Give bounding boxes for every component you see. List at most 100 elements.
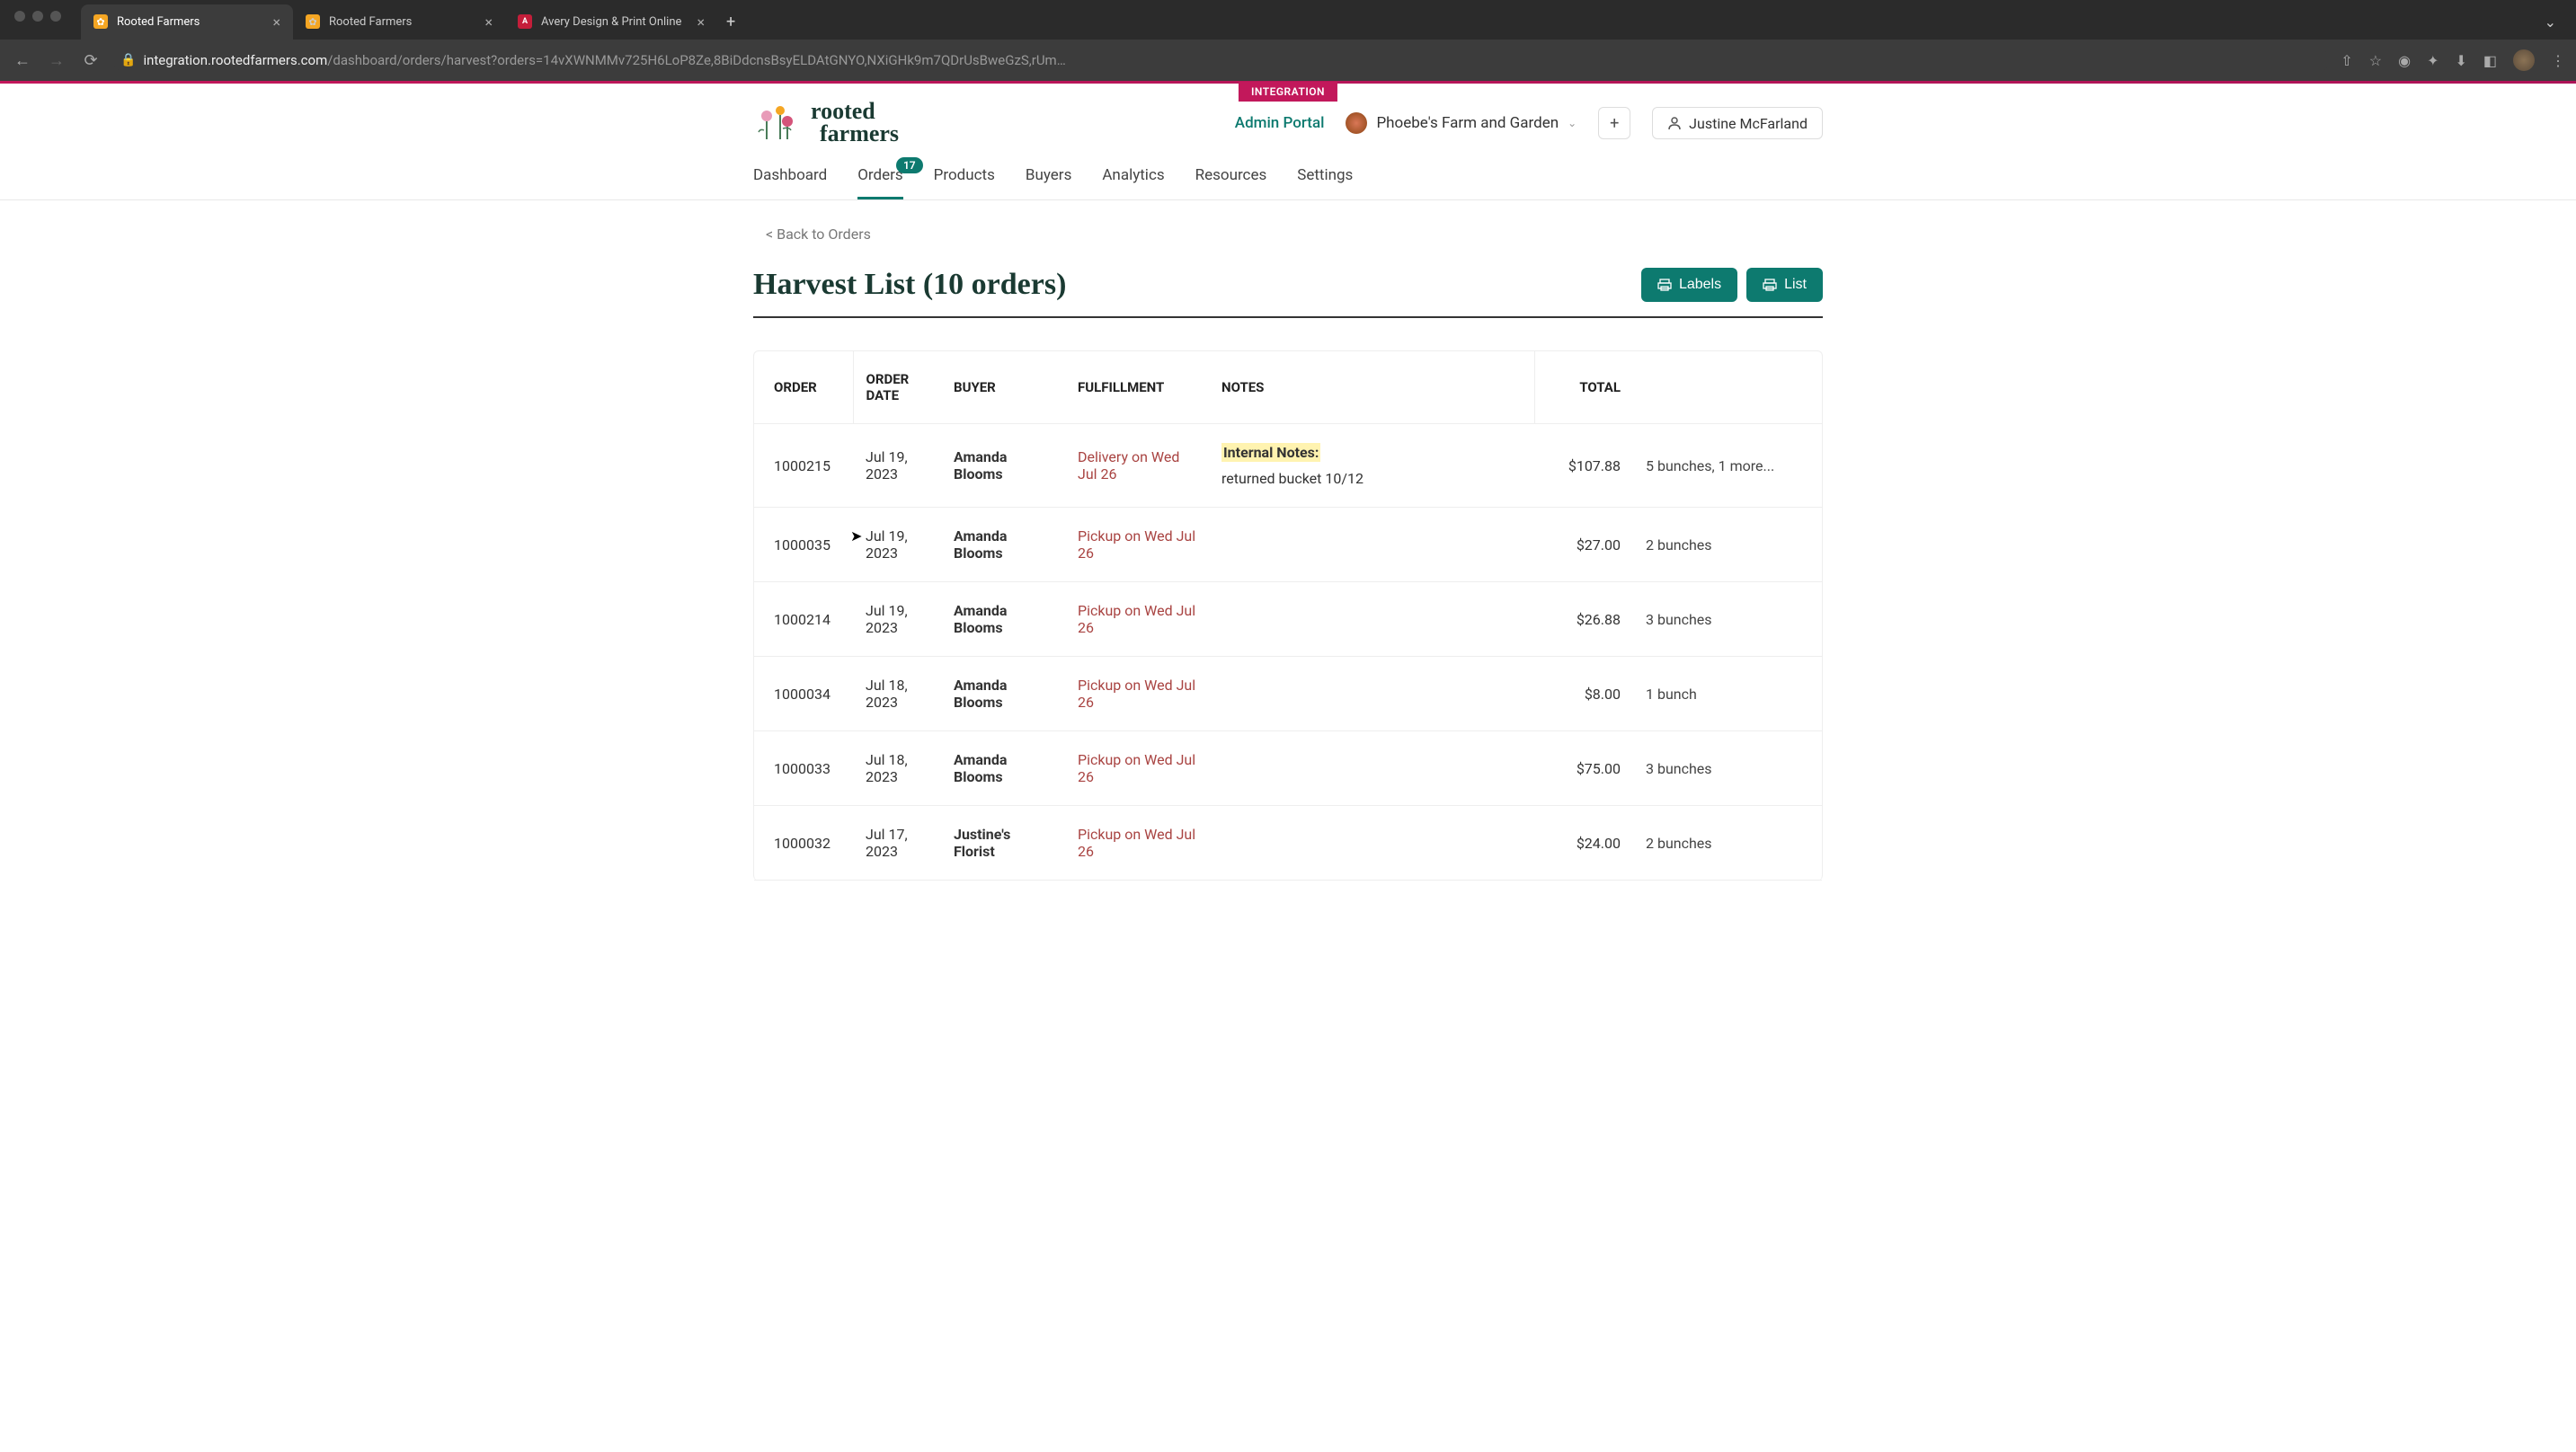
browser-chrome: ✿Rooted Farmers×✿Rooted Farmers×AAvery D… xyxy=(0,0,2576,81)
nav-item-dashboard[interactable]: Dashboard xyxy=(753,166,827,199)
user-menu-button[interactable]: Justine McFarland xyxy=(1652,107,1823,139)
logo[interactable]: rooted farmers xyxy=(753,100,899,146)
col-header-notes[interactable]: NOTES xyxy=(1209,351,1534,424)
logo-mark-icon xyxy=(753,100,800,146)
cell-total: $8.00 xyxy=(1534,657,1633,731)
cell-buyer: Amanda Blooms xyxy=(941,731,1065,806)
main-nav: Dashboard Orders17 Products Buyers Analytics… xyxy=(753,166,1823,200)
camera-icon[interactable]: ◉ xyxy=(2398,52,2411,69)
table-row[interactable]: 1000035Jul 19, 2023Amanda BloomsPickup o… xyxy=(754,508,1822,582)
back-button[interactable]: ← xyxy=(11,51,34,70)
nav-item-buyers[interactable]: Buyers xyxy=(1026,166,1071,199)
labels-button[interactable]: Labels xyxy=(1641,268,1737,302)
col-header-total[interactable]: TOTAL xyxy=(1534,351,1633,424)
close-window-button[interactable] xyxy=(14,11,25,22)
cell-fulfillment: Pickup on Wed Jul 26 xyxy=(1065,731,1209,806)
list-button[interactable]: List xyxy=(1746,268,1823,302)
tab-close-button[interactable]: × xyxy=(697,13,705,31)
downloads-icon[interactable]: ⬇ xyxy=(2455,52,2466,69)
col-header-buyer[interactable]: BUYER xyxy=(941,351,1065,424)
extensions-icon[interactable]: ✦ xyxy=(2427,52,2438,69)
nav-item-products[interactable]: Products xyxy=(934,166,995,199)
cell-summary: 5 bunches, 1 more... xyxy=(1633,424,1822,508)
back-to-orders-link[interactable]: < Back to Orders xyxy=(766,226,871,243)
cell-date: Jul 18, 2023 xyxy=(853,657,941,731)
address-bar[interactable]: 🔒 integration.rootedfarmers.com/dashboar… xyxy=(113,49,2330,72)
cell-order: 1000033 xyxy=(754,731,853,806)
maximize-window-button[interactable] xyxy=(50,11,61,22)
table-row[interactable]: 1000033Jul 18, 2023Amanda BloomsPickup o… xyxy=(754,731,1822,806)
profile-avatar-icon[interactable] xyxy=(2513,49,2535,71)
integration-badge: INTEGRATION xyxy=(1239,82,1337,102)
col-header-fulfillment[interactable]: FULFILLMENT xyxy=(1065,351,1209,424)
tab-favicon-icon: ✿ xyxy=(93,14,108,29)
tab-title: Avery Design & Print Online xyxy=(541,15,688,29)
farm-selector[interactable]: Phoebe's Farm and Garden ⌄ xyxy=(1346,112,1577,134)
nav-badge: 17 xyxy=(896,157,923,173)
tab-strip: ✿Rooted Farmers×✿Rooted Farmers×AAvery D… xyxy=(0,0,2576,40)
table-row[interactable]: 1000215Jul 19, 2023Amanda BloomsDelivery… xyxy=(754,424,1822,508)
cell-date: Jul 17, 2023 xyxy=(853,806,941,881)
cell-summary: 1 bunch xyxy=(1633,657,1822,731)
cell-fulfillment: Pickup on Wed Jul 26 xyxy=(1065,657,1209,731)
page-header: Harvest List (10 orders) Labels List xyxy=(753,268,1823,318)
page-content: INTEGRATION rooted farmers Admin Portal xyxy=(0,81,2576,906)
tabs-dropdown-button[interactable]: ⌄ xyxy=(2532,6,2569,38)
admin-portal-link[interactable]: Admin Portal xyxy=(1235,114,1325,132)
bookmark-icon[interactable]: ☆ xyxy=(2369,52,2382,69)
cell-notes: Internal Notes: returned bucket 10/12 xyxy=(1209,424,1534,508)
cell-notes xyxy=(1209,806,1534,881)
cell-buyer: Amanda Blooms xyxy=(941,657,1065,731)
minimize-window-button[interactable] xyxy=(32,11,43,22)
notes-text: returned bucket 10/12 xyxy=(1221,470,1522,487)
tab-favicon-icon: A xyxy=(518,14,532,29)
new-tab-button[interactable]: + xyxy=(717,7,744,37)
nav-item-resources[interactable]: Resources xyxy=(1195,166,1267,199)
share-icon[interactable]: ⇧ xyxy=(2341,52,2352,69)
cell-notes xyxy=(1209,731,1534,806)
tab-close-button[interactable]: × xyxy=(272,13,280,31)
cell-total: $107.88 xyxy=(1534,424,1633,508)
cell-order: 1000035 xyxy=(754,508,853,582)
add-button[interactable]: + xyxy=(1598,107,1630,139)
farm-name: Phoebe's Farm and Garden xyxy=(1376,114,1559,132)
cell-order: 1000032 xyxy=(754,806,853,881)
page-title: Harvest List (10 orders) xyxy=(753,268,1066,302)
tab-favicon-icon: ✿ xyxy=(306,14,320,29)
cell-date: Jul 19, 2023 xyxy=(853,582,941,657)
tab-close-button[interactable]: × xyxy=(484,13,493,31)
browser-tab[interactable]: ✿Rooted Farmers× xyxy=(81,4,293,40)
forward-button[interactable]: → xyxy=(45,51,68,70)
cell-fulfillment: Pickup on Wed Jul 26 xyxy=(1065,508,1209,582)
browser-toolbar: ← → ⟳ 🔒 integration.rootedfarmers.com/da… xyxy=(0,40,2576,81)
internal-notes-label: Internal Notes: xyxy=(1221,443,1320,462)
menu-icon[interactable]: ⋮ xyxy=(2551,52,2565,69)
farm-avatar-icon xyxy=(1346,112,1367,134)
tab-title: Rooted Farmers xyxy=(329,15,475,29)
cell-fulfillment: Pickup on Wed Jul 26 xyxy=(1065,806,1209,881)
col-header-order[interactable]: ORDER xyxy=(754,351,853,424)
browser-tab[interactable]: A Avery Design & Print Online × xyxy=(505,4,717,40)
reload-button[interactable]: ⟳ xyxy=(79,51,102,70)
cell-total: $75.00 xyxy=(1534,731,1633,806)
nav-item-orders[interactable]: Orders17 xyxy=(857,166,902,199)
table-row[interactable]: 1000032Jul 17, 2023Justine's FloristPick… xyxy=(754,806,1822,881)
cell-summary: 3 bunches xyxy=(1633,582,1822,657)
col-header-order-date[interactable]: ORDER DATE xyxy=(853,351,941,424)
cell-buyer: Justine's Florist xyxy=(941,806,1065,881)
cell-summary: 2 bunches xyxy=(1633,806,1822,881)
user-name: Justine McFarland xyxy=(1689,115,1808,132)
nav-item-analytics[interactable]: Analytics xyxy=(1102,166,1164,199)
list-button-label: List xyxy=(1784,277,1807,293)
table-row[interactable]: 1000034Jul 18, 2023Amanda BloomsPickup o… xyxy=(754,657,1822,731)
table-header-row: ORDER ORDER DATE BUYER FULFILLMENT NOTES… xyxy=(754,351,1822,424)
sidepanel-icon[interactable]: ◧ xyxy=(2483,52,2497,69)
logo-text: rooted farmers xyxy=(811,101,899,145)
user-icon xyxy=(1667,116,1682,130)
cell-order: 1000214 xyxy=(754,582,853,657)
nav-item-settings[interactable]: Settings xyxy=(1297,166,1353,199)
browser-tab[interactable]: ✿ Rooted Farmers × xyxy=(293,4,505,40)
col-header-summary xyxy=(1633,351,1822,424)
cell-date: Jul 18, 2023 xyxy=(853,731,941,806)
table-row[interactable]: 1000214Jul 19, 2023Amanda BloomsPickup o… xyxy=(754,582,1822,657)
